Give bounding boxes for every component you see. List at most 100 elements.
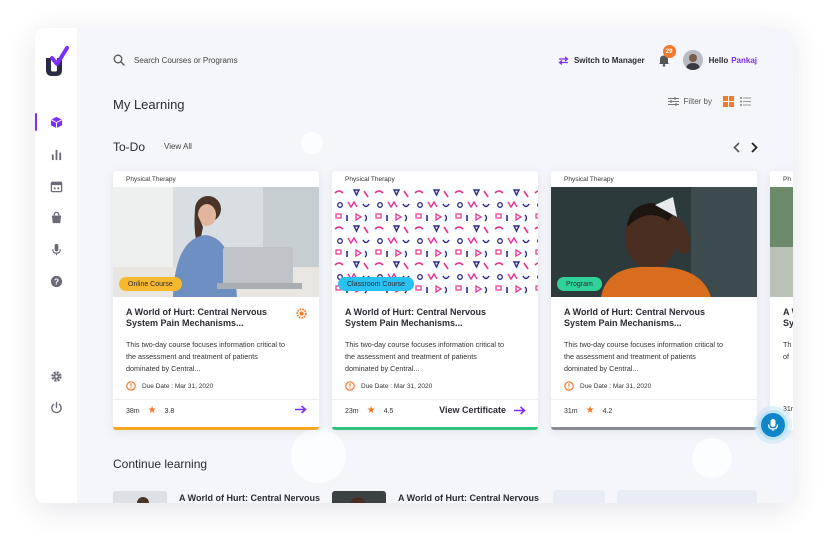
sidebar-item-reports[interactable] xyxy=(35,143,77,165)
continue-placeholder xyxy=(553,490,605,503)
card-footer: 23m ★ 4.5 xyxy=(345,406,393,416)
sidebar-item-microphone[interactable] xyxy=(35,238,77,260)
power-icon xyxy=(50,401,62,413)
app-logo[interactable] xyxy=(43,46,69,78)
course-category: Physical Therapy xyxy=(564,176,614,183)
view-all-link[interactable]: View All xyxy=(164,142,192,151)
bag-icon xyxy=(51,211,61,223)
help-icon: ? xyxy=(50,275,62,287)
course-duration: 23m xyxy=(345,407,359,415)
award-icon xyxy=(296,308,307,319)
card-divider xyxy=(551,399,757,400)
due-date-text: Due Date : Mar 31, 2020 xyxy=(142,382,214,390)
decor-circle xyxy=(301,132,323,154)
course-type-tag: Program xyxy=(557,277,602,291)
courses-icon xyxy=(50,116,62,128)
sidebar-item-bag[interactable] xyxy=(35,206,77,228)
filter-controls: Filter by xyxy=(667,96,751,107)
continue-item-title: A World of Hurt: Central Nervous System … xyxy=(398,493,540,503)
course-duration: 31m xyxy=(564,407,578,415)
todo-carousel: Physical Therapy Online Course A World o… xyxy=(113,171,793,431)
voice-assistant-button[interactable] xyxy=(758,410,788,440)
course-category: Ph xyxy=(783,176,791,183)
card-action-label: View Certificate xyxy=(439,405,506,415)
course-type-tag: Online Course xyxy=(119,277,182,291)
sidebar-item-logout[interactable] xyxy=(35,396,77,418)
card-divider xyxy=(113,399,319,400)
sidebar-item-calendar[interactable] xyxy=(35,175,77,197)
svg-text:?: ? xyxy=(53,276,58,286)
app-window: ? Switch to Manager 29 xyxy=(35,28,793,503)
course-category: Physical Therapy xyxy=(345,176,395,183)
decor-circle xyxy=(291,428,346,483)
greeting-text: Hello xyxy=(708,55,729,65)
switch-to-manager-button[interactable]: Switch to Manager xyxy=(558,56,645,65)
microphone-icon xyxy=(767,419,779,431)
clock-icon xyxy=(126,381,136,391)
search-bar xyxy=(113,54,274,66)
filter-icon xyxy=(667,97,679,106)
course-title[interactable]: A W Sy xyxy=(783,307,793,329)
sidebar-item-courses[interactable] xyxy=(35,111,77,133)
continue-thumbnail xyxy=(113,491,167,503)
arrow-right-icon xyxy=(514,405,526,415)
course-image xyxy=(770,187,793,297)
continue-thumbnail xyxy=(332,491,386,503)
course-category: Physical Therapy xyxy=(126,176,176,183)
filter-label[interactable]: Filter by xyxy=(684,97,712,106)
switch-icon xyxy=(558,55,569,65)
course-title[interactable]: A World of Hurt: Central Nervous System … xyxy=(345,307,515,329)
grid-view-icon[interactable] xyxy=(723,96,734,107)
view-certificate-button[interactable]: View Certificate xyxy=(439,405,526,415)
card-footer: 31m ★ 4.2 xyxy=(564,406,612,416)
search-input[interactable] xyxy=(134,55,274,65)
course-title[interactable]: A World of Hurt: Central Nervous System … xyxy=(126,307,296,329)
continue-item[interactable]: A World of Hurt: Central Nervous System … xyxy=(332,489,542,503)
course-card[interactable]: Physical Therapy Program A World of Hurt… xyxy=(551,171,757,430)
course-card[interactable]: Physical Therapy Classroom Course A Worl… xyxy=(332,171,538,430)
card-footer: 31m xyxy=(783,406,793,413)
calendar-icon xyxy=(50,181,62,192)
notifications-button[interactable]: 29 xyxy=(657,45,676,67)
card-footer: 38m ★ 3.8 xyxy=(126,406,174,416)
user-greeting[interactable]: Hello Pankaj xyxy=(709,56,757,65)
continue-placeholder xyxy=(617,490,757,503)
course-rating: 4.2 xyxy=(602,407,613,415)
course-description: This two-day course focuses information … xyxy=(345,340,504,373)
due-date: Due Date : Mar 31, 2020 xyxy=(564,381,651,391)
continue-item-title: A World of Hurt: Central Nervous System … xyxy=(179,493,321,503)
avatar[interactable] xyxy=(682,50,703,70)
course-type-tag: Classroom Course xyxy=(338,277,414,291)
carousel-next-button[interactable] xyxy=(749,140,759,154)
sidebar-item-help[interactable]: ? xyxy=(35,270,77,292)
course-rating: 4.5 xyxy=(383,407,394,415)
view-toggle xyxy=(723,96,751,107)
due-date: Due Date : Mar 31, 2020 xyxy=(126,381,213,391)
notification-count-badge: 29 xyxy=(662,45,676,58)
course-title[interactable]: A World of Hurt: Central Nervous System … xyxy=(564,307,734,329)
clock-icon xyxy=(345,381,355,391)
due-date-text: Due Date : Mar 31, 2020 xyxy=(580,382,652,390)
due-date-text: Due Date : Mar 31, 2020 xyxy=(361,382,433,390)
carousel-prev-button[interactable] xyxy=(731,140,741,154)
course-card[interactable]: Physical Therapy Online Course A World o… xyxy=(113,171,319,430)
arrow-right-icon xyxy=(295,405,307,414)
microphone-icon xyxy=(51,243,61,255)
sidebar-item-settings[interactable] xyxy=(35,365,77,387)
todo-section-title: To-Do xyxy=(113,140,146,154)
open-course-button[interactable] xyxy=(287,405,307,414)
course-duration: 38m xyxy=(126,407,140,415)
star-icon: ★ xyxy=(585,405,595,416)
clock-icon xyxy=(564,381,574,391)
switch-label: Switch to Manager xyxy=(573,55,645,65)
course-description: Th cri of xyxy=(783,340,793,361)
continue-learning-title: Continue learning xyxy=(113,457,208,471)
course-card[interactable]: Ph A W Sy Th cri of 31m xyxy=(770,171,793,430)
card-status-bar xyxy=(551,427,757,430)
list-view-icon[interactable] xyxy=(740,96,751,107)
card-divider xyxy=(332,399,538,400)
sidebar: ? xyxy=(35,28,77,503)
header-actions: Switch to Manager 29 Hello Pankaj xyxy=(558,45,757,72)
continue-item[interactable]: A World of Hurt: Central Nervous System … xyxy=(113,489,323,503)
main-content: Switch to Manager 29 HelloPankaj My Lear… xyxy=(77,28,793,503)
